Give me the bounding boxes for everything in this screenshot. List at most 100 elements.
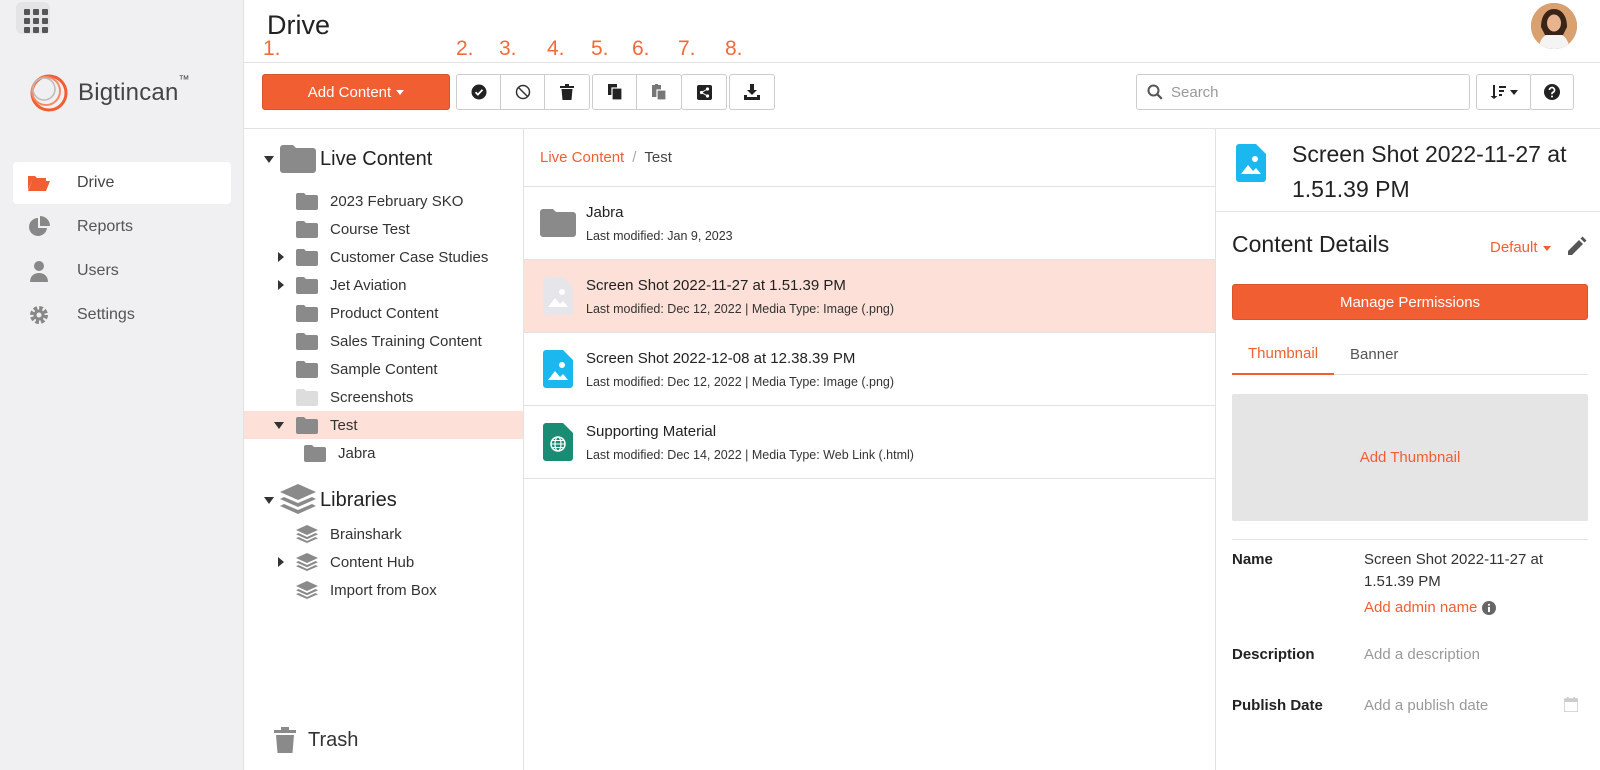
avatar[interactable]: [1531, 3, 1577, 49]
file-name: Screen Shot 2022-12-08 at 12.38.39 PM: [586, 349, 856, 367]
manage-permissions-button[interactable]: Manage Permissions: [1232, 284, 1588, 320]
tree-item-brainshark[interactable]: Brainshark: [244, 520, 523, 548]
file-meta: Last modified: Dec 14, 2022 | Media Type…: [586, 447, 914, 462]
file-row-screenshot-2[interactable]: Screen Shot 2022-12-08 at 12.38.39 PM La…: [524, 333, 1215, 406]
folder-icon: [304, 444, 326, 462]
tab-banner[interactable]: Banner: [1334, 333, 1414, 375]
nav-item-drive[interactable]: Drive: [13, 162, 231, 204]
folder-icon: [540, 203, 576, 243]
app-grid-icon[interactable]: [16, 2, 50, 34]
main-nav: Drive Reports Users Settings: [13, 162, 231, 338]
thumbnail-dropzone[interactable]: Add Thumbnail: [1232, 394, 1588, 521]
step-label-8: 8.: [725, 37, 743, 60]
step-label-6: 6.: [632, 37, 650, 60]
delete-button[interactable]: [545, 75, 589, 109]
trash-icon: [560, 84, 574, 100]
file-list: Live Content / Test Jabra Last modified:…: [524, 129, 1216, 770]
download-button[interactable]: [730, 75, 774, 109]
folder-icon: [296, 248, 318, 266]
folder-icon: [296, 388, 318, 406]
layers-icon: [296, 525, 318, 543]
content-details-title: Content Details: [1232, 231, 1390, 257]
tree-item-import-from-box[interactable]: Import from Box: [244, 576, 523, 604]
nav-item-settings[interactable]: Settings: [13, 294, 231, 336]
name-label: Name: [1232, 551, 1273, 568]
publish-date-input[interactable]: Add a publish date: [1364, 697, 1488, 714]
folder-icon: [296, 332, 318, 350]
folder-icon: [296, 276, 318, 294]
file-row-supporting-material[interactable]: Supporting Material Last modified: Dec 1…: [524, 406, 1215, 479]
caret-down-icon: [1510, 89, 1518, 95]
file-row-jabra[interactable]: Jabra Last modified: Jan 9, 2023: [524, 187, 1215, 260]
default-dropdown-label: Default: [1490, 239, 1538, 256]
tree-item-label: Jabra: [338, 444, 376, 462]
download-icon: [744, 84, 760, 100]
pie-chart-icon: [27, 215, 51, 239]
trash-link[interactable]: Trash: [274, 727, 358, 753]
folder-open-icon: [27, 171, 51, 195]
deselect-button[interactable]: [501, 75, 545, 109]
edit-pencil-icon[interactable]: [1566, 235, 1588, 262]
default-dropdown[interactable]: Default: [1490, 239, 1551, 256]
tree-item-test[interactable]: Test: [244, 411, 523, 439]
share-button[interactable]: [682, 75, 726, 109]
tree-root-libraries[interactable]: Libraries: [264, 484, 397, 516]
tree-item-sample-content[interactable]: Sample Content: [244, 355, 523, 383]
expand-caret-icon[interactable]: [278, 280, 284, 290]
tree-item-label: Brainshark: [330, 525, 402, 543]
add-thumbnail-link[interactable]: Add Thumbnail: [1360, 449, 1461, 466]
expand-caret-icon[interactable]: [278, 557, 284, 567]
copy-button[interactable]: [593, 75, 637, 109]
share-button-group: [681, 74, 727, 110]
tree-root-live-content[interactable]: Live Content: [264, 145, 432, 173]
file-name: Supporting Material: [586, 422, 717, 440]
step-label-5: 5.: [591, 37, 609, 60]
expand-caret-icon[interactable]: [278, 252, 284, 262]
tab-thumbnail[interactable]: Thumbnail: [1232, 333, 1335, 375]
add-admin-name-link[interactable]: Add admin name: [1364, 599, 1497, 616]
folder-icon: [296, 360, 318, 378]
detail-header: Screen Shot 2022-11-27 at 1.51.39 PM: [1216, 129, 1600, 212]
search-input[interactable]: [1171, 83, 1451, 101]
tree-item-customer-case-studies[interactable]: Customer Case Studies: [244, 243, 523, 271]
tree-item-jabra[interactable]: Jabra: [244, 439, 523, 467]
bigtincan-logo-icon: [26, 70, 72, 116]
tree-item-label: Import from Box: [330, 581, 437, 599]
search-box: [1136, 74, 1470, 110]
tree-item-product-content[interactable]: Product Content: [244, 299, 523, 327]
nav-item-users[interactable]: Users: [13, 250, 231, 292]
folder-icon: [280, 145, 316, 173]
tree-item-screenshots[interactable]: Screenshots: [244, 383, 523, 411]
expand-caret-icon[interactable]: [264, 155, 274, 163]
tree-item-course-test[interactable]: Course Test: [244, 215, 523, 243]
ban-icon: [515, 84, 530, 100]
copy-actions-group: [592, 74, 682, 110]
calendar-icon[interactable]: [1563, 697, 1579, 717]
collapse-caret-icon[interactable]: [274, 421, 284, 429]
expand-caret-icon[interactable]: [264, 496, 274, 504]
layers-icon: [296, 581, 318, 599]
sort-button[interactable]: [1476, 74, 1532, 110]
file-name: Screen Shot 2022-11-27 at 1.51.39 PM: [586, 276, 846, 294]
select-all-button[interactable]: [457, 75, 501, 109]
logo-text: Bigtincan: [78, 79, 179, 106]
breadcrumb-separator: /: [632, 149, 637, 166]
tree-item-content-hub[interactable]: Content Hub: [244, 548, 523, 576]
help-button[interactable]: [1530, 74, 1574, 110]
paste-button[interactable]: [637, 75, 681, 109]
tree-item-2023-february-sko[interactable]: 2023 February SKO: [244, 187, 523, 215]
layers-icon: [280, 484, 316, 514]
add-content-button[interactable]: Add Content: [262, 74, 450, 110]
nav-item-reports[interactable]: Reports: [13, 206, 231, 248]
tree-item-jet-aviation[interactable]: Jet Aviation: [244, 271, 523, 299]
sort-icon: [1490, 85, 1506, 99]
file-row-screenshot-1[interactable]: Screen Shot 2022-11-27 at 1.51.39 PM Las…: [524, 260, 1215, 333]
tree-item-sales-training-content[interactable]: Sales Training Content: [244, 327, 523, 355]
info-icon: [1482, 600, 1497, 615]
check-circle-icon: [471, 84, 486, 100]
description-input[interactable]: Add a description: [1364, 646, 1480, 663]
share-icon: [696, 84, 712, 100]
paste-icon: [652, 84, 666, 100]
breadcrumb-root-link[interactable]: Live Content: [540, 149, 624, 166]
image-file-icon: [1236, 144, 1266, 187]
